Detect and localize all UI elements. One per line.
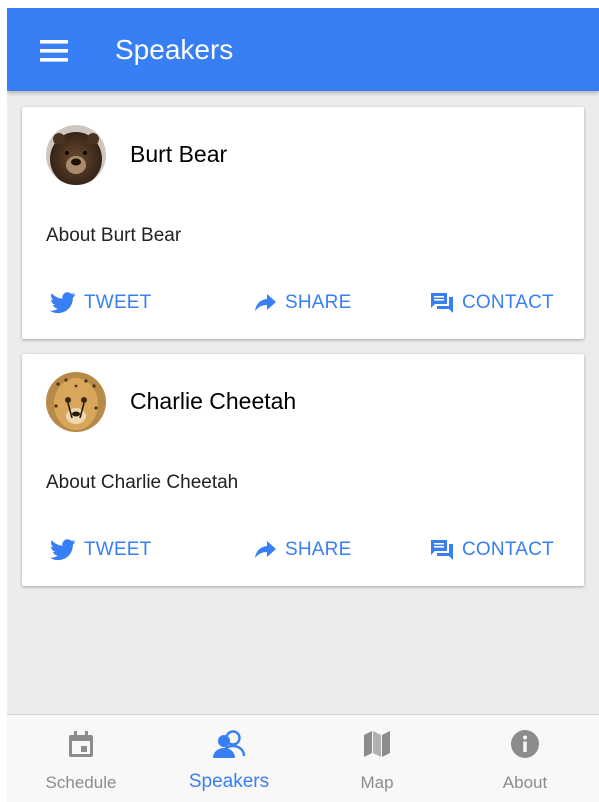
- tweet-button[interactable]: TWEET: [50, 535, 152, 565]
- menu-icon: [40, 40, 68, 62]
- speaker-card: Charlie Cheetah About Charlie Cheetah TW…: [22, 354, 584, 586]
- tweet-label: TWEET: [84, 292, 152, 313]
- calendar-icon: [69, 731, 93, 757]
- chat-icon: [430, 292, 454, 314]
- share-button[interactable]: SHARE: [255, 288, 351, 318]
- twitter-icon: [50, 292, 76, 314]
- tab-speakers[interactable]: Speakers: [155, 715, 303, 802]
- speaker-about: About Charlie Cheetah: [46, 472, 239, 493]
- contacts-icon: [213, 730, 246, 758]
- contact-label: CONTACT: [462, 292, 554, 313]
- page-title: Speakers: [115, 34, 234, 65]
- toolbar: Speakers: [7, 8, 599, 91]
- tab-label: Schedule: [45, 773, 117, 792]
- tweet-button[interactable]: TWEET: [50, 288, 152, 318]
- share-arrow-icon: [255, 294, 277, 312]
- share-button[interactable]: SHARE: [255, 535, 351, 565]
- share-label: SHARE: [285, 539, 352, 560]
- share-label: SHARE: [285, 292, 352, 313]
- app-frame: Speakers Burt Bear About Burt Bear TWEET…: [7, 8, 599, 802]
- contact-label: CONTACT: [462, 539, 554, 560]
- tweet-label: TWEET: [84, 539, 152, 560]
- speaker-name: Charlie Cheetah: [130, 388, 297, 414]
- chat-icon: [430, 539, 454, 561]
- map-icon: [364, 731, 390, 757]
- speaker-about: About Burt Bear: [46, 225, 182, 246]
- speaker-avatar[interactable]: [46, 125, 106, 185]
- speaker-card: Burt Bear About Burt Bear TWEET SHARE CO…: [22, 107, 584, 339]
- tab-bar: Schedule Speakers Map About: [7, 714, 599, 802]
- cheetah-photo: [46, 372, 106, 432]
- contact-button[interactable]: CONTACT: [430, 288, 554, 318]
- share-arrow-icon: [255, 541, 277, 559]
- twitter-icon: [50, 539, 76, 561]
- contact-button[interactable]: CONTACT: [430, 535, 554, 565]
- info-icon: [511, 730, 539, 758]
- tab-schedule[interactable]: Schedule: [7, 715, 155, 802]
- speaker-avatar[interactable]: [46, 372, 106, 432]
- tab-label: Map: [360, 773, 394, 792]
- tab-about[interactable]: About: [451, 715, 599, 802]
- speaker-name: Burt Bear: [130, 141, 228, 167]
- tab-label: About: [502, 773, 548, 792]
- bear-photo: [46, 125, 106, 185]
- tab-map[interactable]: Map: [303, 715, 451, 802]
- menu-button[interactable]: [33, 34, 77, 68]
- tab-label: Speakers: [188, 771, 270, 792]
